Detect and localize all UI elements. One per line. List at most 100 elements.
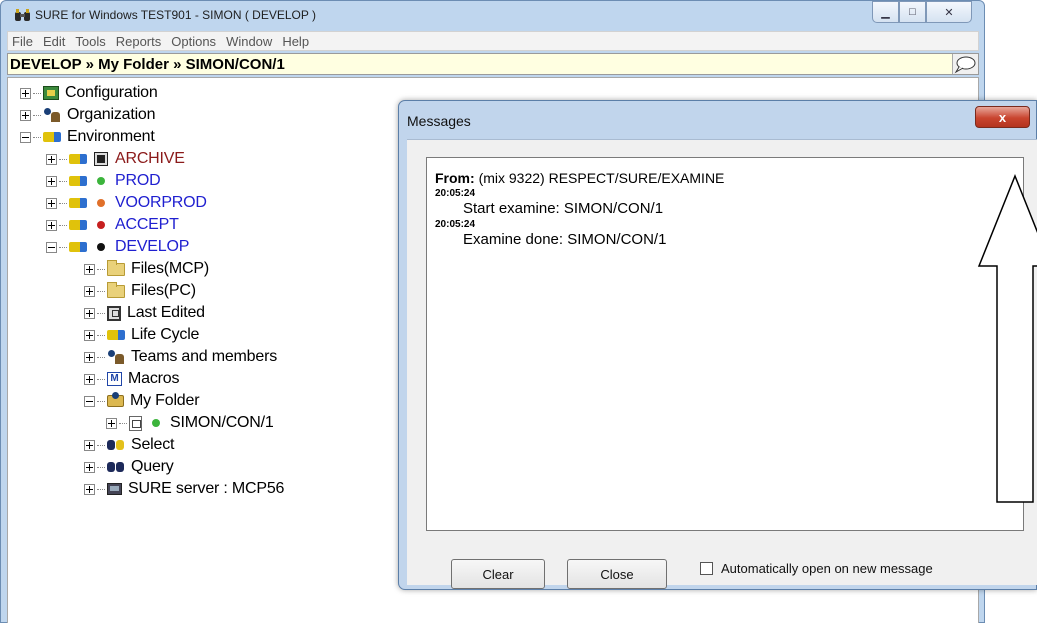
expand-icon[interactable] <box>84 439 95 451</box>
expand-icon[interactable] <box>46 153 57 165</box>
binoculars-icon <box>107 459 125 475</box>
title-bar: SURE for Windows TEST901 - SIMON ( DEVEL… <box>1 1 984 31</box>
clear-button-label: Clear <box>482 566 514 582</box>
maximize-button[interactable]: □ <box>899 1 926 23</box>
tree-label: ACCEPT <box>115 216 179 233</box>
tree-label: VOORPROD <box>115 194 207 211</box>
from-label: From: <box>435 170 475 186</box>
expand-icon[interactable] <box>46 175 57 187</box>
close-button-label: Close <box>600 566 634 582</box>
teams-icon <box>107 349 125 365</box>
expand-icon[interactable] <box>84 351 95 363</box>
tree-item-select[interactable]: Select <box>84 434 174 456</box>
expand-icon[interactable] <box>84 263 95 275</box>
breadcrumb-text: DEVELOP » My Folder » SIMON/CON/1 <box>10 56 285 73</box>
tree-label: DEVELOP <box>115 238 190 255</box>
collapse-icon[interactable] <box>84 395 95 407</box>
message-line: Start examine: SIMON/CON/1 <box>463 200 664 217</box>
tree-item-files-mcp[interactable]: Files(MCP) <box>84 258 209 280</box>
tree-view: Configuration Organization Environment A… <box>8 78 408 618</box>
auto-open-label: Automatically open on new message <box>721 561 933 576</box>
close-window-button[interactable]: ✕ <box>926 1 972 23</box>
message-log[interactable]: From: (mix 9322) RESPECT/SURE/EXAMINE 20… <box>426 157 1037 531</box>
status-dot-icon <box>97 221 105 229</box>
message-from: From: (mix 9322) RESPECT/SURE/EXAMINE <box>435 170 724 186</box>
environment-icon <box>69 154 87 164</box>
message-line: Examine done: SIMON/CON/1 <box>463 231 667 248</box>
from-value: (mix 9322) RESPECT/SURE/EXAMINE <box>478 170 725 186</box>
life-cycle-icon <box>107 330 125 340</box>
archive-status-icon <box>94 152 108 166</box>
collapse-icon[interactable] <box>46 241 57 253</box>
message-timestamp: 20:05:24 <box>435 219 476 230</box>
tree-item-sure-server[interactable]: SURE server : MCP56 <box>84 478 284 500</box>
status-dot-icon <box>152 419 160 427</box>
expand-icon[interactable] <box>46 197 57 209</box>
tree-item-voorprod[interactable]: VOORPROD <box>46 192 207 214</box>
tree-item-configuration[interactable]: Configuration <box>20 82 158 104</box>
tree-item-teams[interactable]: Teams and members <box>84 346 277 368</box>
tree-item-files-pc[interactable]: Files(PC) <box>84 280 196 302</box>
tree-item-prod[interactable]: PROD <box>46 170 161 192</box>
status-dot-icon <box>97 199 105 207</box>
clear-button[interactable]: Clear <box>451 559 545 589</box>
speech-bubble-icon <box>954 56 976 74</box>
tree-item-archive[interactable]: ARCHIVE <box>46 148 185 170</box>
tree-item-environment[interactable]: Environment <box>20 126 155 148</box>
menu-bar: File Edit Tools Reports Options Window H… <box>7 31 979 51</box>
status-dot-icon <box>97 177 105 185</box>
tree-label: Life Cycle <box>131 326 200 343</box>
environment-icon <box>69 220 87 230</box>
menu-help[interactable]: Help <box>282 34 309 49</box>
dialog-body: From: (mix 9322) RESPECT/SURE/EXAMINE 20… <box>407 139 1037 589</box>
status-dot-icon <box>97 243 105 251</box>
tree-item-last-edited[interactable]: Last Edited <box>84 302 205 324</box>
tree-item-life-cycle[interactable]: Life Cycle <box>84 324 199 346</box>
menu-options[interactable]: Options <box>171 34 216 49</box>
expand-icon[interactable] <box>84 483 95 495</box>
expand-icon[interactable] <box>84 461 95 473</box>
tree-item-my-folder[interactable]: My Folder <box>84 390 200 412</box>
menu-reports[interactable]: Reports <box>116 34 162 49</box>
expand-icon[interactable] <box>84 329 95 341</box>
expand-icon[interactable] <box>46 219 57 231</box>
tree-label: PROD <box>115 172 161 189</box>
environment-icon <box>69 176 87 186</box>
expand-icon[interactable] <box>20 109 31 121</box>
message-balloon-button[interactable] <box>952 54 978 74</box>
tree-label: Teams and members <box>131 348 277 365</box>
tree-item-query[interactable]: Query <box>84 456 174 478</box>
tree-item-develop[interactable]: DEVELOP <box>46 236 189 258</box>
tree-item-simon-con[interactable]: SIMON/CON/1 <box>106 412 274 434</box>
environment-icon <box>43 132 61 142</box>
dialog-close-button[interactable]: x <box>975 106 1030 128</box>
binoculars-icon <box>15 9 30 21</box>
up-arrow-icon <box>977 174 1037 503</box>
tree-label: Organization <box>67 106 156 123</box>
menu-window[interactable]: Window <box>226 34 272 49</box>
expand-icon[interactable] <box>106 417 117 429</box>
close-button[interactable]: Close <box>567 559 667 589</box>
expand-icon[interactable] <box>20 87 31 99</box>
tree-item-macros[interactable]: M Macros <box>84 368 179 390</box>
tree-label: Macros <box>128 370 180 387</box>
close-icon: x <box>998 109 1007 125</box>
menu-file[interactable]: File <box>12 34 33 49</box>
collapse-icon[interactable] <box>20 131 31 143</box>
tree-item-organization[interactable]: Organization <box>20 104 156 126</box>
expand-icon[interactable] <box>84 373 95 385</box>
tree-label: Last Edited <box>127 304 205 321</box>
tree-label: My Folder <box>130 392 200 409</box>
environment-icon <box>69 198 87 208</box>
menu-edit[interactable]: Edit <box>43 34 65 49</box>
tree-label: ARCHIVE <box>115 150 185 167</box>
expand-icon[interactable] <box>84 285 95 297</box>
expand-icon[interactable] <box>84 307 95 319</box>
minimize-button[interactable]: ▁ <box>872 1 899 23</box>
tree-item-accept[interactable]: ACCEPT <box>46 214 179 236</box>
menu-tools[interactable]: Tools <box>75 34 105 49</box>
tree-label: Select <box>131 436 175 453</box>
auto-open-checkbox[interactable] <box>700 562 713 575</box>
tree-label: Environment <box>67 128 155 145</box>
auto-open-option[interactable]: Automatically open on new message <box>700 561 933 576</box>
